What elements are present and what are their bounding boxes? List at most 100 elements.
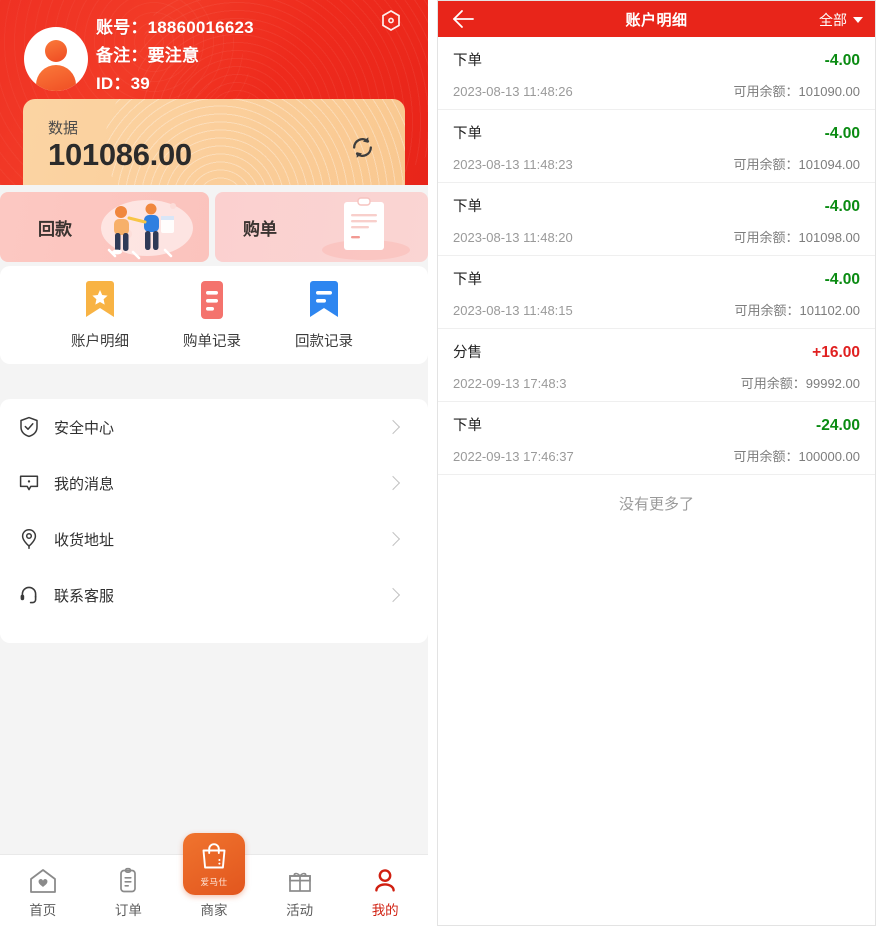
quick-link-purchase-record[interactable]: 购单记录 bbox=[162, 280, 262, 351]
balance-value: 101098.00 bbox=[799, 230, 860, 245]
shopping-bag-icon bbox=[199, 841, 229, 871]
promo-card-row: 回款 bbox=[0, 192, 428, 262]
profile-header: 账号：18860016623 备注：要注意 ID：39 数据 101086.00 bbox=[0, 0, 428, 185]
transaction-row[interactable]: 下单 -24.00 2022-09-13 17:46:37 可用余额：10000… bbox=[438, 402, 875, 475]
merchant-badge-brand-label: 爱马仕 bbox=[183, 876, 245, 888]
refresh-icon[interactable] bbox=[350, 135, 375, 160]
transaction-row[interactable]: 下单 -4.00 2023-08-13 11:48:15 可用余额：101102… bbox=[438, 256, 875, 329]
balance-prefix: 可用余额： bbox=[741, 376, 806, 391]
menu-item-label: 安全中心 bbox=[54, 417, 388, 438]
tab-label: 首页 bbox=[0, 899, 86, 919]
app-screenshot: 账号：18860016623 备注：要注意 ID：39 数据 101086.00 bbox=[0, 0, 876, 926]
filter-dropdown[interactable]: 全部 bbox=[819, 10, 863, 30]
account-number-label: 账号：18860016623 bbox=[96, 14, 254, 42]
transaction-balance: 可用余额：101102.00 bbox=[734, 300, 860, 319]
quick-links-card: 账户明细 购单记录 bbox=[0, 266, 428, 364]
bookmark-star-icon bbox=[82, 280, 118, 320]
menu-item-label: 收货地址 bbox=[54, 529, 388, 550]
promo-card-repayment[interactable]: 回款 bbox=[0, 192, 209, 262]
remark-label: 备注：要注意 bbox=[96, 42, 254, 70]
menu-item-shipping-address[interactable]: 收货地址 bbox=[0, 511, 428, 567]
transaction-amount: -4.00 bbox=[825, 198, 860, 216]
page-title: 账户明细 bbox=[438, 9, 875, 30]
tab-orders[interactable]: 订单 bbox=[86, 855, 172, 926]
balance-prefix: 可用余额： bbox=[734, 157, 799, 172]
avatar[interactable] bbox=[24, 27, 88, 91]
balance-prefix: 可用余额： bbox=[734, 230, 799, 245]
menu-item-label: 联系客服 bbox=[54, 585, 388, 606]
transaction-time: 2023-08-13 11:48:26 bbox=[453, 84, 573, 99]
home-heart-icon bbox=[0, 865, 86, 897]
clipboard-icon bbox=[86, 865, 172, 897]
left-panel-profile-page: 账号：18860016623 备注：要注意 ID：39 数据 101086.00 bbox=[0, 0, 428, 926]
balance-value: 101094.00 bbox=[799, 157, 860, 172]
promo-card-purchase[interactable]: 购单 bbox=[215, 192, 428, 262]
transaction-time: 2023-08-13 11:48:15 bbox=[453, 303, 573, 318]
tab-activity[interactable]: 活动 bbox=[257, 855, 343, 926]
balance-value: 100000.00 bbox=[799, 449, 860, 464]
location-pin-icon bbox=[18, 528, 40, 550]
tab-label: 商家 bbox=[171, 899, 257, 919]
transaction-time: 2022-09-13 17:48:3 bbox=[453, 376, 566, 391]
balance-value: 101090.00 bbox=[799, 84, 860, 99]
balance-prefix: 可用余额： bbox=[734, 303, 799, 318]
transaction-time: 2022-09-13 17:46:37 bbox=[453, 449, 574, 464]
transaction-list: 下单 -4.00 2023-08-13 11:48:26 可用余额：101090… bbox=[438, 37, 875, 475]
chevron-right-icon bbox=[386, 420, 400, 434]
balance-prefix: 可用余额： bbox=[734, 84, 799, 99]
balance-value: 101102.00 bbox=[800, 303, 861, 318]
avatar-head-shape bbox=[45, 40, 67, 62]
headset-support-icon bbox=[18, 584, 40, 606]
menu-item-security-center[interactable]: 安全中心 bbox=[0, 399, 428, 455]
menu-card: 安全中心 我的消息 bbox=[0, 399, 428, 643]
clipboard-order-illustration bbox=[304, 194, 422, 260]
merchant-center-badge-button[interactable]: 爱马仕 bbox=[183, 833, 245, 895]
data-card-value: 101086.00 bbox=[48, 137, 192, 173]
quick-link-repayment-record[interactable]: 回款记录 bbox=[274, 280, 374, 351]
promo-card-title: 购单 bbox=[243, 215, 277, 240]
menu-item-contact-support[interactable]: 联系客服 bbox=[0, 567, 428, 623]
transaction-amount: +16.00 bbox=[812, 344, 860, 362]
message-box-icon bbox=[18, 472, 40, 494]
transaction-type: 下单 bbox=[453, 49, 482, 70]
promo-card-title: 回款 bbox=[38, 215, 72, 240]
balance-value: 99992.00 bbox=[806, 376, 860, 391]
transaction-balance: 可用余额：100000.00 bbox=[734, 446, 860, 465]
transaction-row[interactable]: 分售 +16.00 2022-09-13 17:48:3 可用余额：99992.… bbox=[438, 329, 875, 402]
transaction-balance: 可用余额：101090.00 bbox=[734, 81, 860, 100]
data-balance-card: 数据 101086.00 bbox=[23, 99, 405, 185]
transaction-row[interactable]: 下单 -4.00 2023-08-13 11:48:26 可用余额：101090… bbox=[438, 37, 875, 110]
document-lines-icon bbox=[194, 280, 230, 320]
data-card-label: 数据 bbox=[48, 117, 78, 138]
filter-label: 全部 bbox=[819, 10, 847, 30]
quick-link-account-detail[interactable]: 账户明细 bbox=[50, 280, 150, 351]
transaction-row[interactable]: 下单 -4.00 2023-08-13 11:48:23 可用余额：101094… bbox=[438, 110, 875, 183]
transaction-type: 下单 bbox=[453, 268, 482, 289]
profile-info: 账号：18860016623 备注：要注意 ID：39 bbox=[96, 14, 254, 98]
transaction-time: 2023-08-13 11:48:23 bbox=[453, 157, 573, 172]
menu-item-label: 我的消息 bbox=[54, 473, 388, 494]
transaction-balance: 可用余额：101094.00 bbox=[734, 154, 860, 173]
tab-label: 活动 bbox=[257, 899, 343, 919]
account-detail-header: 账户明细 全部 bbox=[438, 1, 875, 37]
menu-item-my-messages[interactable]: 我的消息 bbox=[0, 455, 428, 511]
transaction-type: 下单 bbox=[453, 414, 482, 435]
tab-label: 我的 bbox=[342, 899, 428, 919]
transaction-amount: -4.00 bbox=[825, 271, 860, 289]
transaction-row[interactable]: 下单 -4.00 2023-08-13 11:48:20 可用余额：101098… bbox=[438, 183, 875, 256]
chevron-right-icon bbox=[386, 532, 400, 546]
chevron-right-icon bbox=[386, 476, 400, 490]
transaction-time: 2023-08-13 11:48:20 bbox=[453, 230, 573, 245]
list-end-message: 没有更多了 bbox=[438, 475, 875, 514]
tab-mine[interactable]: 我的 bbox=[342, 855, 428, 926]
transaction-amount: -4.00 bbox=[825, 125, 860, 143]
hexagon-settings-icon[interactable] bbox=[377, 7, 405, 35]
transaction-type: 下单 bbox=[453, 122, 482, 143]
bottom-tab-bar: 首页 订单 商家 bbox=[0, 854, 428, 926]
transaction-amount: -24.00 bbox=[816, 417, 860, 435]
blue-bookmark-icon bbox=[306, 280, 342, 320]
chevron-down-icon bbox=[853, 17, 863, 23]
quick-link-label: 回款记录 bbox=[274, 330, 374, 351]
person-icon bbox=[342, 865, 428, 897]
tab-home[interactable]: 首页 bbox=[0, 855, 86, 926]
